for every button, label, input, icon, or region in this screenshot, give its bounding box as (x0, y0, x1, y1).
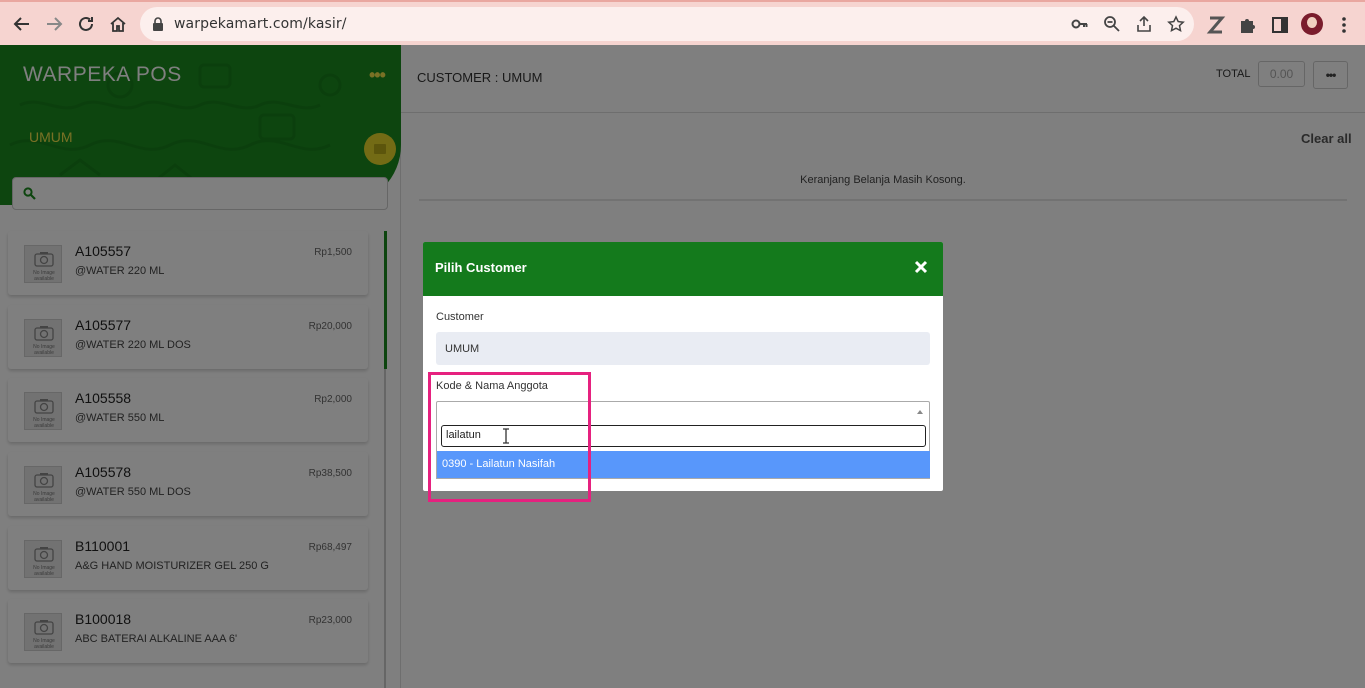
lock-icon (153, 17, 163, 31)
share-icon[interactable] (1135, 15, 1153, 33)
customer-field[interactable]: UMUM (436, 332, 930, 365)
modal-title: Pilih Customer (435, 260, 527, 275)
extensions-puzzle-icon[interactable] (1238, 15, 1258, 35)
z-extension-icon[interactable] (1206, 15, 1226, 35)
chevron-up-icon (917, 410, 923, 414)
url-text: warpekamart.com/kasir/ (174, 16, 347, 32)
close-icon[interactable] (913, 259, 929, 275)
customer-field-label: Customer (436, 311, 484, 323)
address-bar[interactable]: warpekamart.com/kasir/ (140, 7, 1194, 41)
zoom-icon[interactable] (1103, 15, 1121, 33)
back-icon[interactable] (9, 11, 35, 37)
browser-toolbar: warpekamart.com/kasir/ (0, 0, 1365, 45)
forward-icon[interactable] (41, 11, 67, 37)
side-panel-icon[interactable] (1270, 15, 1290, 35)
profile-avatar[interactable] (1301, 13, 1323, 35)
browser-menu-icon[interactable] (1334, 15, 1354, 35)
bookmark-star-icon[interactable] (1167, 15, 1185, 33)
modal-header: Pilih Customer (423, 242, 943, 296)
reload-icon[interactable] (73, 11, 99, 37)
home-icon[interactable] (105, 11, 131, 37)
key-icon[interactable] (1071, 15, 1089, 33)
annotation-highlight-box (428, 372, 591, 502)
